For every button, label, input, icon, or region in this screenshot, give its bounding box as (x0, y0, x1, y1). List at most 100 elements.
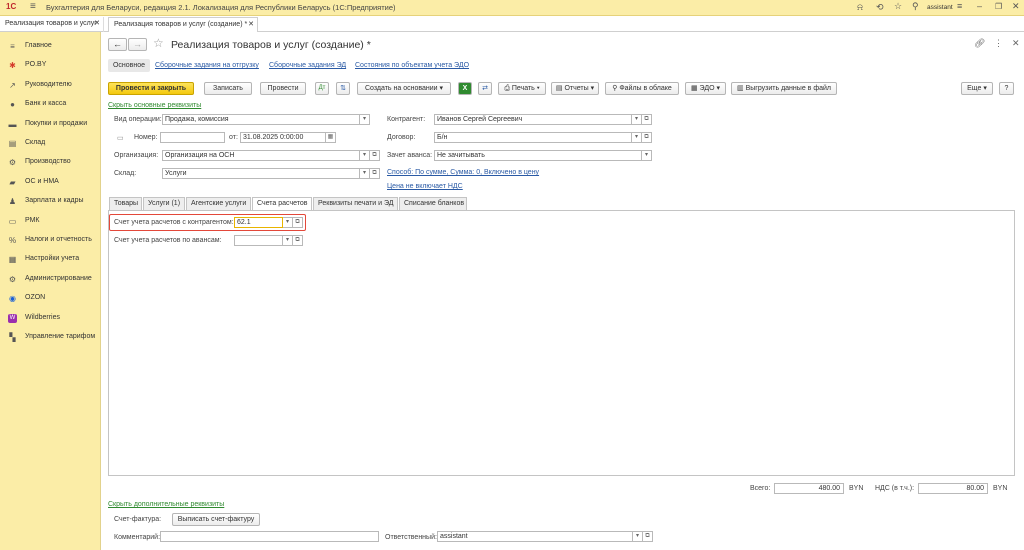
adv-account-dropdown[interactable]: ▾ (283, 235, 293, 246)
responsible-field[interactable]: assistant (437, 531, 633, 542)
link-icon[interactable]: 🔗︎ (974, 38, 985, 49)
print-button[interactable]: ⎙ Печать ▾ (498, 82, 546, 95)
sidebar-item-payroll[interactable]: ♟ Зарплата и кадры (0, 192, 101, 211)
advance-label: Зачет аванса: (387, 152, 433, 159)
create-based-on-button[interactable]: Создать на основании ▾ (357, 82, 451, 95)
sidebar-item-label: Банк и касса (25, 100, 67, 108)
user-name[interactable]: assistant (927, 4, 953, 11)
sidebar-item-production[interactable]: ⚙ Производство (0, 153, 101, 172)
responsible-dropdown[interactable]: ▾ (633, 531, 643, 542)
cloud-files-button[interactable]: ⚲ Файлы в облаке (605, 82, 679, 95)
invoice-label: Счет-фактура: (114, 516, 162, 523)
responsible-open-button[interactable]: ⧉ (643, 531, 653, 542)
hide-main-details-link[interactable]: Скрыть основные реквизиты (108, 102, 201, 109)
counterparty-dropdown[interactable]: ▾ (632, 114, 642, 125)
cp-account-dropdown[interactable]: ▾ (283, 217, 293, 228)
close-icon[interactable]: ✕ (1012, 1, 1020, 12)
help-button[interactable]: ? (999, 82, 1014, 95)
subnav-assembly-ed[interactable]: Сборочные задания ЭД (269, 62, 346, 69)
search-icon[interactable]: ⚲ (912, 1, 919, 12)
subnav-main[interactable]: Основное (108, 59, 150, 72)
sidebar-item-wildberries[interactable]: W Wildberries (0, 309, 101, 328)
sidebar-item-home[interactable]: ≡ Главное (0, 37, 101, 56)
star-icon[interactable]: ☆ (894, 1, 902, 12)
back-button[interactable]: ← (108, 38, 127, 51)
save-button[interactable]: Записать (204, 82, 252, 95)
sidebar-item-fixed-assets[interactable]: ▰ ОС и НМА (0, 173, 101, 192)
sidebar-item-purchases-sales[interactable]: ▬ Покупки и продажи (0, 115, 101, 134)
tab-blanks[interactable]: Списание бланков (399, 197, 467, 210)
hide-extra-details-link[interactable]: Скрыть дополнительные реквизиты (108, 501, 224, 508)
excel-icon[interactable]: X (458, 82, 472, 95)
advance-field[interactable]: Не зачитывать (434, 150, 642, 161)
tab-accounts[interactable]: Счета расчетов (252, 197, 312, 211)
warehouse-dropdown[interactable]: ▾ (360, 168, 370, 179)
favorite-star-icon[interactable]: ☆ (153, 36, 164, 50)
tab-agent-services[interactable]: Агентские услуги (186, 197, 251, 210)
advance-dropdown[interactable]: ▾ (642, 150, 652, 161)
close-form-icon[interactable]: ✕ (1012, 38, 1020, 49)
comment-field[interactable] (160, 531, 379, 542)
organization-open-button[interactable]: ⧉ (370, 150, 380, 161)
exchange-icon[interactable]: ⇄ (478, 82, 492, 95)
close-icon[interactable]: ✕ (94, 19, 100, 27)
sidebar-item-rmk[interactable]: ▭ РМК (0, 212, 101, 231)
more-vert-icon[interactable]: ⋮ (994, 38, 1003, 49)
forward-button[interactable]: → (128, 38, 147, 51)
counterparty-open-button[interactable]: ⧉ (642, 114, 652, 125)
subnav-edo-states[interactable]: Состояния по объектам учета ЭДО (355, 62, 469, 69)
sidebar-item-administration[interactable]: ⚙ Администрирование (0, 270, 101, 289)
sidebar-item-warehouse[interactable]: ▤ Склад (0, 134, 101, 153)
sidebar-item-director[interactable]: ↗ Руководителю (0, 76, 101, 95)
assets-icon: ▰ (9, 177, 16, 187)
counterparty-field[interactable]: Иванов Сергей Сергеевич (434, 114, 632, 125)
organization-dropdown[interactable]: ▾ (360, 150, 370, 161)
history-icon[interactable]: ⟲ (876, 2, 884, 13)
price-vat-link[interactable]: Цена не включает НДС (387, 183, 463, 190)
organization-field[interactable]: Организация на ОСН (162, 150, 360, 161)
dt-kt-icon[interactable]: Дт (315, 82, 329, 95)
warehouse-open-button[interactable]: ⧉ (370, 168, 380, 179)
export-file-button[interactable]: ▥ Выгрузить данные в файл (731, 82, 837, 95)
more-button[interactable]: Еще ▾ (961, 82, 993, 95)
contract-field[interactable]: Б/н (434, 132, 632, 143)
edo-button[interactable]: ▦ ЭДО ▾ (685, 82, 726, 95)
tab-print-details[interactable]: Реквизиты печати и ЭД (313, 197, 398, 210)
contract-open-button[interactable]: ⧉ (642, 132, 652, 143)
bell-icon[interactable]: ⍾ (857, 2, 863, 13)
calendar-icon[interactable]: ▦ (326, 132, 336, 143)
sidebar-item-tariff[interactable]: ▚ Управление тарифом (0, 328, 101, 347)
date-field[interactable]: 31.08.2025 0:00:00 (240, 132, 326, 143)
issue-invoice-button[interactable]: Выписать счет-фактуру (172, 513, 260, 526)
menu-icon[interactable]: ≡ (30, 1, 36, 12)
post-and-close-button[interactable]: Провести и закрыть (108, 82, 194, 95)
vat-method-link[interactable]: Способ: По сумме, Сумма: 0, Включено в ц… (387, 169, 539, 176)
tab-sales-list[interactable]: Реализация товаров и услуг ✕ (0, 17, 104, 32)
structure-icon[interactable]: ⇅ (336, 82, 350, 95)
tab-goods[interactable]: Товары (109, 197, 142, 210)
organization-label: Организация: (114, 152, 159, 159)
minimize-icon[interactable]: – (977, 1, 982, 11)
sidebar-item-accounting-settings[interactable]: ▦ Настройки учета (0, 250, 101, 269)
number-field[interactable] (160, 132, 225, 143)
sidebar-item-bank-cash[interactable]: ● Банк и касса (0, 95, 101, 114)
settings-menu-icon[interactable]: ≡ (957, 1, 962, 11)
sidebar-item-ozon[interactable]: ◉ OZON (0, 289, 101, 308)
subnav-assembly-tasks[interactable]: Сборочные задания на отгрузку (155, 62, 259, 69)
operation-field[interactable]: Продажа, комиссия (162, 114, 360, 125)
cp-account-field[interactable]: 62.1 (234, 217, 283, 228)
warehouse-field[interactable]: Услуги (162, 168, 360, 179)
cp-account-open-button[interactable]: ⧉ (293, 217, 303, 228)
post-button[interactable]: Провести (260, 82, 306, 95)
tab-services[interactable]: Услуги (1) (143, 197, 185, 210)
sidebar-item-poby[interactable]: ✱ PO.BY (0, 56, 101, 75)
restore-icon[interactable]: ❐ (995, 2, 1002, 11)
operation-dropdown[interactable]: ▾ (360, 114, 370, 125)
adv-account-open-button[interactable]: ⧉ (293, 235, 303, 246)
close-icon[interactable]: ✕ (248, 20, 254, 28)
adv-account-field[interactable] (234, 235, 283, 246)
reports-button[interactable]: ▤ Отчеты ▾ (551, 82, 599, 95)
contract-dropdown[interactable]: ▾ (632, 132, 642, 143)
sidebar-item-taxes-reporting[interactable]: % Налоги и отчетность (0, 231, 101, 250)
tab-sales-create[interactable]: Реализация товаров и услуг (создание) * … (108, 17, 258, 32)
